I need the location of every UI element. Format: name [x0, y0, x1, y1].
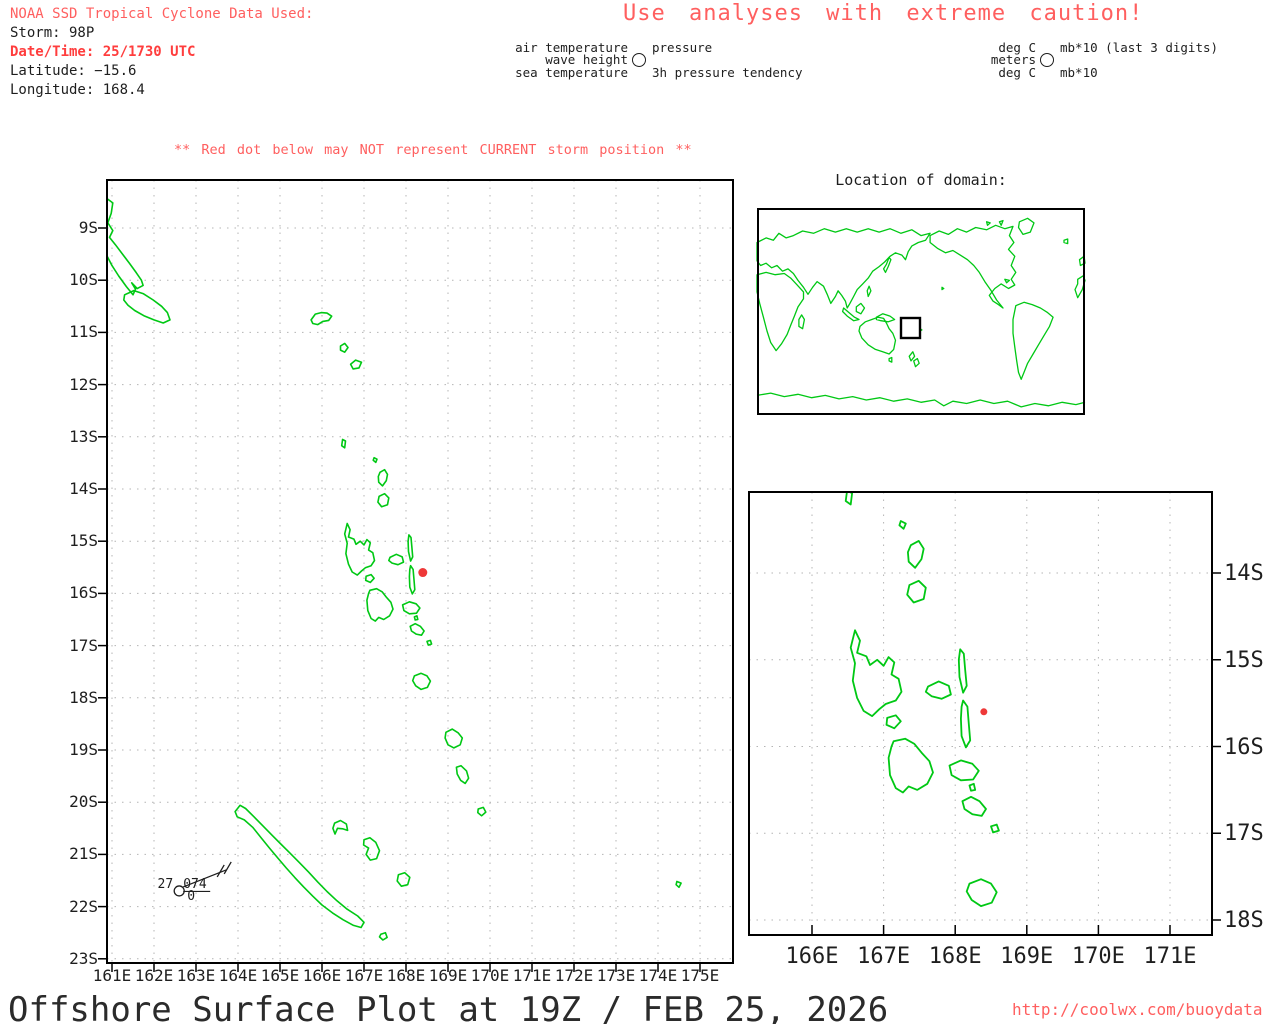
plot-title: Offshore Surface Plot at 19Z / FEB 25, 2…: [8, 990, 888, 1024]
data-source-line: NOAA SSD Tropical Cyclone Data Used:: [10, 5, 313, 24]
inset-title: Location of domain:: [757, 171, 1085, 189]
source-url: http://coolwx.com/buoydata: [1012, 1000, 1262, 1019]
station-air-temp: 27: [158, 877, 174, 892]
main-map-canvas: 270740: [95, 170, 745, 982]
station-report: 270740: [158, 862, 232, 904]
main-lat-label: 10S: [38, 270, 98, 289]
zoom-lon-label: 171E: [1132, 944, 1208, 969]
storm-position-warning: ** Red dot below may NOT represent CURRE…: [174, 142, 692, 158]
main-lat-label: 23S: [38, 949, 98, 968]
legend-sea-temp-units: deg C: [926, 66, 1036, 79]
main-lat-label: 20S: [38, 792, 98, 811]
main-lat-label: 15S: [38, 531, 98, 550]
main-lat-label: 11S: [38, 322, 98, 341]
tick-marks: [812, 573, 1221, 935]
longitude-line: Longitude: 168.4: [10, 81, 313, 100]
station-circle-icon: [632, 53, 646, 67]
storm-position-dot: [418, 568, 427, 577]
main-lat-label: 22S: [38, 897, 98, 916]
zoom-lon-label: 166E: [774, 944, 850, 969]
main-lat-label: 18S: [38, 688, 98, 707]
zoom-lat-label: 14S: [1224, 561, 1280, 586]
legend-tendency-units: mb*10: [1060, 66, 1098, 79]
legend-sea-temp-label: sea temperature: [498, 66, 628, 79]
inset-frame: [758, 209, 1084, 414]
legend-tendency-label: 3h pressure tendency: [652, 66, 803, 79]
storm-position-dot: [980, 708, 987, 715]
world-inset-canvas: [757, 208, 1085, 415]
legend-pressure-units: mb*10 (last 3 digits): [1060, 41, 1218, 54]
gridlines: [749, 492, 1212, 935]
main-lat-label: 17S: [38, 636, 98, 655]
main-lat-label: 16S: [38, 583, 98, 602]
zoom-lon-label: 170E: [1060, 944, 1136, 969]
datetime-line: Date/Time: 25/1730 UTC: [10, 43, 313, 62]
storm-info-block: NOAA SSD Tropical Cyclone Data Used: Sto…: [10, 5, 313, 100]
latitude-line: Latitude: −15.6: [10, 62, 313, 81]
main-lon-label: 175E: [670, 966, 730, 985]
zoom-lon-label: 168E: [917, 944, 993, 969]
offshore-surface-plot-page: NOAA SSD Tropical Cyclone Data Used: Sto…: [0, 0, 1280, 1024]
station-circle-icon: [1040, 53, 1054, 67]
zoom-lon-label: 167E: [846, 944, 922, 969]
zoom-lat-label: 15S: [1224, 648, 1280, 673]
domain-rectangle: [901, 318, 920, 338]
station-pressure-tendency: 0: [187, 889, 195, 904]
map-frame: [749, 492, 1212, 935]
world-coastlines: [757, 218, 1085, 407]
main-lat-label: 13S: [38, 427, 98, 446]
storm-id-line: Storm: 98P: [10, 24, 313, 43]
caution-banner: Use analyses with extreme caution!: [623, 1, 1143, 26]
coastlines: [99, 198, 681, 940]
main-lat-label: 19S: [38, 740, 98, 759]
main-lat-label: 9S: [38, 218, 98, 237]
zoom-lon-label: 169E: [989, 944, 1065, 969]
zoom-lat-label: 16S: [1224, 735, 1280, 760]
main-lat-label: 14S: [38, 479, 98, 498]
zoom-lat-label: 18S: [1224, 908, 1280, 933]
legend-pressure-label: pressure: [652, 41, 712, 54]
main-lat-label: 21S: [38, 844, 98, 863]
zoom-map-canvas: [737, 480, 1280, 958]
tick-marks: [98, 228, 700, 972]
main-lat-label: 12S: [38, 375, 98, 394]
zoom-lat-label: 17S: [1224, 821, 1280, 846]
